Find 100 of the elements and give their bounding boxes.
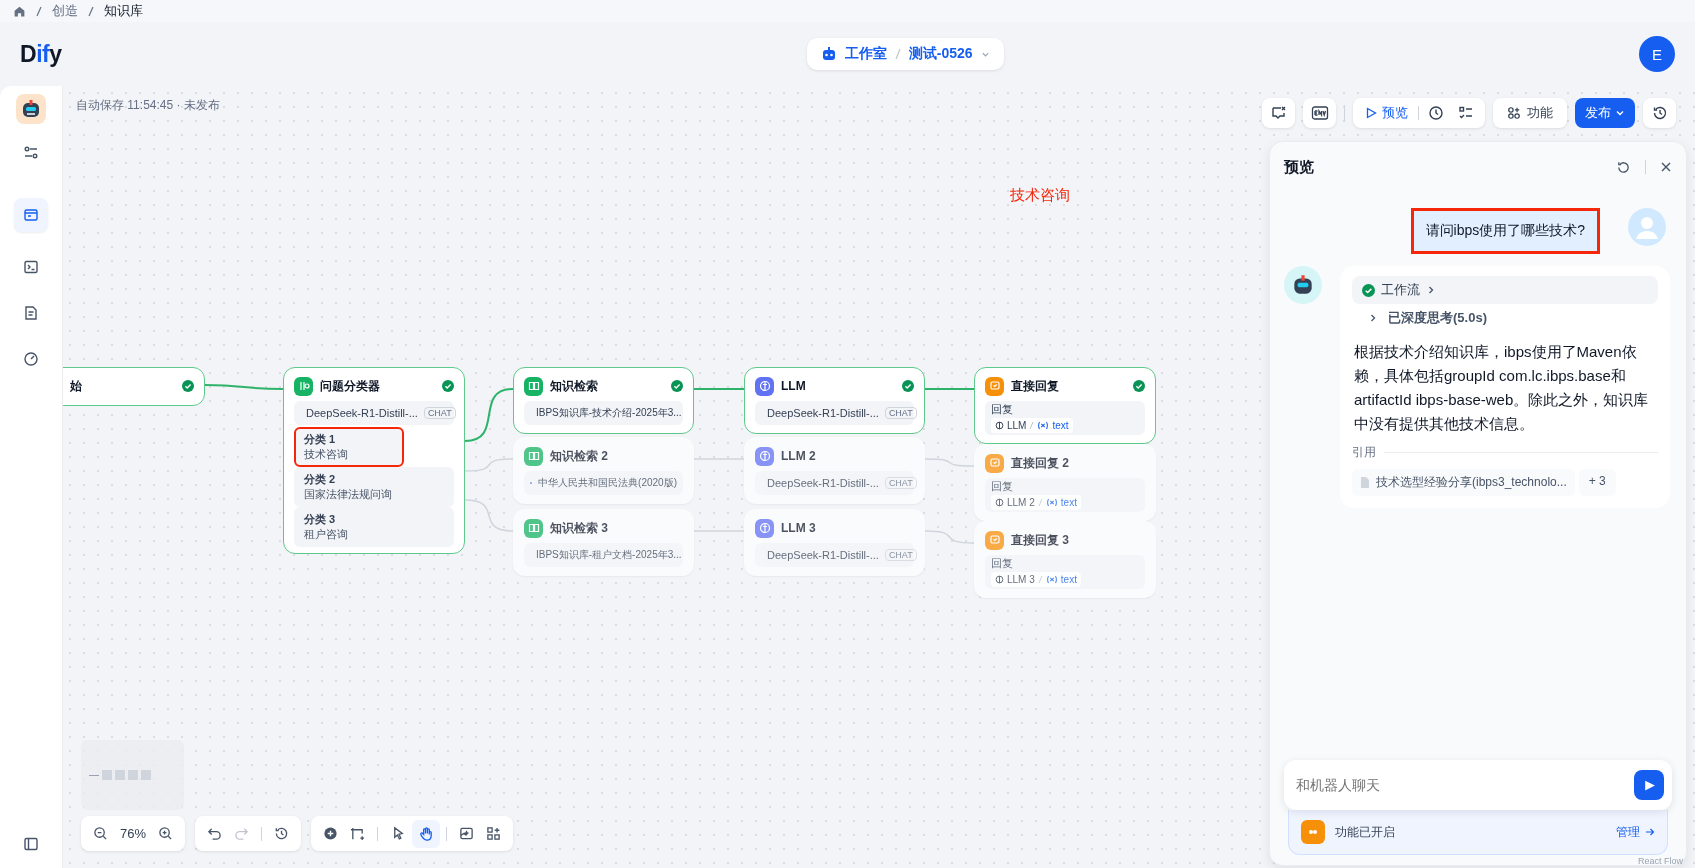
variable-reference: LLM 2 text	[991, 495, 1081, 510]
node-title: 知识检索	[550, 377, 599, 395]
chat-icon	[985, 453, 1004, 473]
features-button[interactable]: 功能	[1493, 98, 1567, 128]
node-title: LLM 2	[781, 449, 817, 463]
user-avatar	[1628, 208, 1666, 246]
annotation-label: 技术咨询	[1010, 186, 1070, 205]
node-title: 始	[70, 377, 83, 395]
add-node-icon[interactable]	[323, 826, 339, 841]
slash-divider	[1037, 575, 1043, 584]
workflow-node[interactable]: 知识检索 IBPS知识库-技术介绍-2025年3...	[513, 367, 694, 434]
dify-logo[interactable]: Dify	[20, 40, 62, 68]
class-text: 技术咨询	[304, 447, 349, 462]
hand-icon[interactable]	[412, 819, 441, 848]
node-title: 直接回复 2	[1011, 454, 1070, 472]
chat-input[interactable]: 和机器人聊天	[1284, 760, 1672, 810]
chat-icon	[985, 530, 1004, 550]
workflow-node[interactable]: 直接回复 2 回复 LLM 2 text	[974, 444, 1156, 521]
export-image-icon[interactable]	[459, 826, 475, 841]
robot-icon	[1284, 266, 1322, 304]
zoom-level[interactable]: 76%	[120, 826, 147, 841]
slash-divider	[36, 5, 42, 17]
history-icon[interactable]	[1643, 98, 1676, 128]
workflow-node[interactable]: LLM 2 DeepSeek-R1-Distill-... CHAT	[744, 437, 925, 504]
check-circle-icon	[1133, 380, 1145, 392]
user-message: 请问ibps使用了哪些技术?	[1413, 211, 1597, 251]
add-note-icon[interactable]	[350, 826, 366, 841]
workflow-status[interactable]: 工作流	[1352, 276, 1658, 304]
workflow-node[interactable]: 知识检索 3 IBPS知识库-租户文档-2025年3...	[513, 509, 694, 576]
variable-reference: LLM text	[991, 418, 1073, 433]
workflow-node[interactable]: LLM DeepSeek-R1-Distill-... CHAT	[744, 367, 925, 434]
organize-icon[interactable]	[486, 826, 502, 841]
user-avatar[interactable]: E	[1639, 36, 1675, 72]
features-status: 功能已开启	[1335, 823, 1395, 841]
workflow-node[interactable]: LLM 3 DeepSeek-R1-Distill-... CHAT	[744, 509, 925, 576]
citation-chip[interactable]: 技术选型经验分享(ibps3_technolo...	[1352, 469, 1575, 496]
dataset-name: 中华人民共和国民法典(2020版)	[538, 476, 677, 490]
check-circle-icon	[902, 380, 914, 392]
app-switcher[interactable]: 工作室 测试-0526	[806, 38, 1004, 70]
manage-link[interactable]: 管理	[1616, 823, 1655, 841]
refresh-icon[interactable]	[1616, 159, 1631, 175]
comment-icon[interactable]	[1262, 98, 1295, 128]
node-title: 知识检索 3	[550, 519, 609, 537]
class-text: 国家法律法规问询	[304, 487, 393, 502]
workflow-node[interactable]: 知识检索 2 中华人民共和国民法典(2020版)	[513, 437, 694, 504]
dataset-name: IBPS知识库-租户文档-2025年3...	[536, 548, 682, 562]
chevron-right-icon	[1426, 285, 1436, 295]
thinking-toggle[interactable]: 已深度思考(5.0s)	[1352, 304, 1658, 332]
node-title: LLM	[781, 379, 807, 393]
model-tag: CHAT	[423, 407, 456, 419]
split-icon	[294, 376, 313, 396]
book-icon	[524, 518, 543, 538]
workflow-node[interactable]: 直接回复 3 回复 LLM 3 text	[974, 521, 1156, 598]
home-icon[interactable]	[13, 4, 26, 18]
class-label: 分类 3	[304, 512, 337, 527]
breadcrumb-link[interactable]: 知识库	[104, 2, 143, 20]
breadcrumb-link[interactable]: 创造	[52, 2, 78, 20]
class-label: 分类 2	[304, 472, 337, 487]
node-title: 直接回复 3	[1011, 531, 1070, 549]
slash-divider	[88, 5, 94, 17]
variable-reference: LLM 3 text	[991, 572, 1081, 587]
publish-button[interactable]: 发布	[1575, 98, 1635, 128]
model-tag: CHAT	[884, 549, 917, 561]
chevron-down-icon	[1615, 108, 1625, 118]
model-tag: CHAT	[884, 477, 917, 489]
node-title: 知识检索 2	[550, 447, 609, 465]
workflow-node[interactable]: 始	[63, 367, 205, 406]
citation-label: 引用	[1352, 444, 1376, 461]
more-citations-button[interactable]: + 3	[1578, 469, 1616, 496]
arrow-right-icon	[1645, 827, 1655, 837]
undo-icon[interactable]	[207, 826, 223, 841]
check-circle-icon	[671, 380, 683, 392]
chevron-right-icon	[1368, 313, 1378, 323]
sidebar-toggle-icon[interactable]	[23, 836, 39, 852]
answer-text: 根据技术介绍知识库，ibps使用了Maven依赖，具体包括groupId com.lc.ibps.base和artifactId ibps-base-web。除此之外，知识库中没有提供其他技术信息。	[1354, 342, 1650, 434]
history-icon[interactable]	[274, 826, 290, 841]
window-icon[interactable]	[14, 198, 48, 232]
slash-divider	[1037, 498, 1043, 507]
variable-icon	[1037, 421, 1050, 430]
class-text: 租户咨询	[304, 527, 349, 542]
variable-icon	[1045, 498, 1058, 507]
check-circle-icon	[442, 380, 454, 392]
autosave-status: 自动保存 11:54:45 · 未发布	[76, 97, 220, 114]
panel-title: 预览	[1284, 157, 1315, 177]
check-circle-icon	[182, 380, 194, 392]
zoom-in-icon[interactable]	[158, 826, 174, 841]
workflow-node[interactable]: 直接回复 回复 LLM text	[974, 367, 1156, 444]
robot-icon[interactable]	[16, 94, 46, 124]
send-button[interactable]	[1634, 770, 1664, 800]
slash-divider	[894, 48, 901, 60]
reply-label: 回复	[991, 480, 1013, 493]
close-icon[interactable]	[1660, 161, 1672, 173]
workflow-node[interactable]: 问题分类器 DeepSeek-R1-Distill-... CHAT 分类 1 技术咨询 分类 2 国家法律法规问询 分类 3 租户咨询	[283, 367, 465, 554]
node-title: LLM 3	[781, 521, 817, 535]
features-icon	[1507, 106, 1521, 120]
zoom-out-icon[interactable]	[93, 826, 108, 841]
env-icon[interactable]	[1303, 98, 1336, 128]
chat-icon	[985, 376, 1004, 396]
dataset-name: IBPS知识库-技术介绍-2025年3...	[536, 406, 682, 420]
model-tag: CHAT	[884, 407, 917, 419]
